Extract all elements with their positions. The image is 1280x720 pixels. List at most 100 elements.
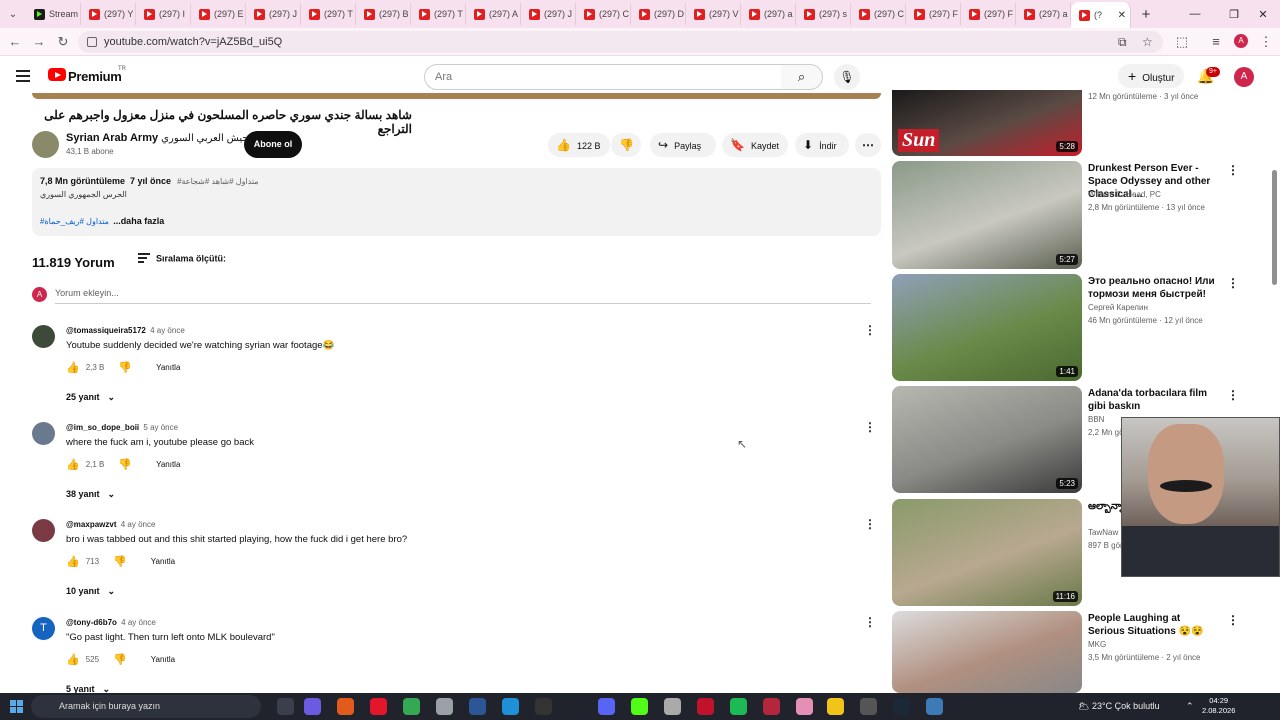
voice-search-icon[interactable]: 🎙 xyxy=(834,64,860,90)
comment-author[interactable]: @maxpawzvt 4 ay önce xyxy=(66,520,155,529)
channel-name[interactable]: Syrian Arab Army الجيش العربي السوري xyxy=(66,132,255,144)
view-replies-button[interactable]: 38 yanıt ⌄ xyxy=(66,489,115,500)
site-info-icon[interactable] xyxy=(87,37,97,47)
browser-tab[interactable]: (297) Y xyxy=(81,3,136,25)
browser-tab[interactable]: Stream xyxy=(26,3,81,25)
start-menu-icon[interactable] xyxy=(10,700,23,713)
comment-handle[interactable]: @maxpawzvt xyxy=(66,520,116,529)
comment-time[interactable]: 4 ay önce xyxy=(121,618,156,627)
edge-icon[interactable] xyxy=(502,698,519,715)
video-thumbnail[interactable] xyxy=(892,611,1082,693)
browser-tab[interactable]: (297) A xyxy=(466,3,521,25)
comment-menu-icon[interactable]: ⋮ xyxy=(864,420,876,434)
new-tab-button[interactable]: + xyxy=(1131,6,1161,23)
more-actions-icon[interactable]: ⋯ xyxy=(855,133,881,157)
video-menu-icon[interactable]: ⋮ xyxy=(1227,163,1239,177)
show-more-link[interactable]: ...daha fazla xyxy=(113,216,164,226)
create-button[interactable]: + Oluştur xyxy=(1118,64,1184,88)
reply-button[interactable]: Yanıtla xyxy=(156,460,180,469)
minimize-icon[interactable]: — xyxy=(1178,0,1212,28)
video-thumbnail[interactable]: 1:41 xyxy=(892,274,1082,381)
browser-tab[interactable]: (297) F xyxy=(906,3,961,25)
dislike-button[interactable]: 👎 xyxy=(611,133,641,157)
browser-tab[interactable]: (297) s xyxy=(796,3,851,25)
video-title[interactable]: Это реально опасно! Или тормози меня быс… xyxy=(1088,275,1218,301)
comment-handle[interactable]: @tomassiqueira5172 xyxy=(66,326,146,335)
copilot-icon[interactable] xyxy=(304,698,321,715)
thumbs-down-icon[interactable]: 👎 xyxy=(118,458,132,471)
kick-icon[interactable] xyxy=(631,698,648,715)
video-menu-icon[interactable]: ⋮ xyxy=(1227,276,1239,290)
install-app-icon[interactable]: ⧉ xyxy=(1118,31,1127,53)
app2-icon[interactable] xyxy=(763,698,780,715)
browser-tab[interactable]: (297) F xyxy=(961,3,1016,25)
comment-author[interactable]: @tony-d6b7o 4 ay önce xyxy=(66,618,156,627)
epic-games-icon[interactable] xyxy=(535,698,552,715)
description-tags[interactable]: #متداول #ريف_حماة xyxy=(40,217,109,226)
share-button[interactable]: ↪ Paylaş xyxy=(650,133,716,157)
forward-icon[interactable]: → xyxy=(30,33,48,51)
video-title[interactable]: Adana'da torbacılara film gibi baskın xyxy=(1088,387,1218,413)
browser-tab[interactable]: (? ✕ xyxy=(1071,2,1131,28)
view-replies-button[interactable]: 25 yanıt ⌄ xyxy=(66,392,115,403)
thumbs-up-icon[interactable]: 👍 xyxy=(66,555,80,568)
video-channel[interactable]: MKG xyxy=(1088,640,1106,649)
reply-button[interactable]: Yanıtla xyxy=(151,655,175,664)
video-thumbnail[interactable]: 11:16 xyxy=(892,499,1082,606)
thumbs-down-icon[interactable]: 👎 xyxy=(113,653,127,666)
spotify-icon[interactable] xyxy=(730,698,747,715)
word-icon[interactable] xyxy=(469,698,486,715)
commenter-avatar[interactable] xyxy=(32,422,55,445)
thumbs-up-icon[interactable]: 👍 xyxy=(66,653,80,666)
comment-time[interactable]: 4 ay önce xyxy=(150,326,185,335)
logo-text[interactable]: Premium xyxy=(68,69,122,84)
search-button[interactable]: ⌕ xyxy=(781,64,823,90)
thumbs-down-icon[interactable]: 👎 xyxy=(118,361,132,374)
save-button[interactable]: 🔖 Kaydet xyxy=(722,133,788,157)
browser-tab[interactable]: (297) J xyxy=(521,3,576,25)
browser-tab[interactable]: (297) V xyxy=(686,3,741,25)
app3-icon[interactable] xyxy=(926,698,943,715)
description-hashtags[interactable]: #متداول #شاهد #شجاعة xyxy=(177,177,259,186)
comment-menu-icon[interactable]: ⋮ xyxy=(864,323,876,337)
extensions-icon[interactable]: ⬚ xyxy=(1174,34,1190,50)
comment-author[interactable]: @tomassiqueira5172 4 ay önce xyxy=(66,326,185,335)
thumbs-down-icon[interactable]: 👎 xyxy=(113,555,127,568)
youtube-logo-icon[interactable] xyxy=(48,68,66,81)
video-channel[interactable]: BBN xyxy=(1088,415,1104,424)
tab-search-icon[interactable]: ⌄ xyxy=(0,0,26,28)
browser-tab[interactable]: (297) T xyxy=(301,3,356,25)
file-explorer-icon[interactable] xyxy=(827,698,844,715)
close-window-icon[interactable]: ✕ xyxy=(1246,0,1280,28)
browser-tab[interactable]: (297) J xyxy=(246,3,301,25)
sort-comments-button[interactable]: Sıralama ölçütü: xyxy=(138,253,226,265)
description-box[interactable]: 7,8 Mn görüntüleme 7 yıl önce #متداول #شا… xyxy=(32,168,881,236)
address-bar[interactable]: youtube.com/watch?v=jAZ5Bd_ui5Q ⧉ ☆ xyxy=(78,31,1163,53)
back-icon[interactable]: ← xyxy=(6,33,24,51)
browser-tab[interactable]: (297) C xyxy=(576,3,631,25)
comment-time[interactable]: 4 ay önce xyxy=(121,520,156,529)
bookmark-star-icon[interactable]: ☆ xyxy=(1142,31,1153,53)
reply-button[interactable]: Yanıtla xyxy=(156,363,180,372)
chrome-profile-icon[interactable] xyxy=(796,698,813,715)
video-channel[interactable]: Сергей Карелин xyxy=(1088,303,1148,312)
browser-tab[interactable]: (297) T xyxy=(411,3,466,25)
opera-gx-icon[interactable] xyxy=(697,698,714,715)
app-icon[interactable] xyxy=(337,698,354,715)
account-avatar[interactable]: A xyxy=(1234,67,1254,87)
chrome-icon[interactable] xyxy=(403,698,420,715)
browser-tab[interactable]: (297) D xyxy=(631,3,686,25)
video-menu-icon[interactable]: ⋮ xyxy=(1227,613,1239,627)
task-view-icon[interactable] xyxy=(277,698,294,715)
comment-handle[interactable]: @im_so_dope_boii xyxy=(66,423,139,432)
reload-icon[interactable]: ↻ xyxy=(54,33,72,51)
video-thumbnail[interactable]: 5:27 xyxy=(892,161,1082,269)
commenter-avatar[interactable] xyxy=(32,519,55,542)
comment-author[interactable]: @im_so_dope_boii 5 ay önce xyxy=(66,423,178,432)
taskbar-search-input[interactable]: Aramak için buraya yazın xyxy=(31,695,261,718)
video-thumbnail[interactable]: Sun 5:28 xyxy=(892,90,1082,156)
video-channel[interactable]: TawNaw xyxy=(1088,528,1118,537)
browser-tab[interactable]: (297) C xyxy=(851,3,906,25)
thumbs-up-icon[interactable]: 👍 xyxy=(66,458,80,471)
view-replies-button[interactable]: 10 yanıt ⌄ xyxy=(66,586,115,597)
